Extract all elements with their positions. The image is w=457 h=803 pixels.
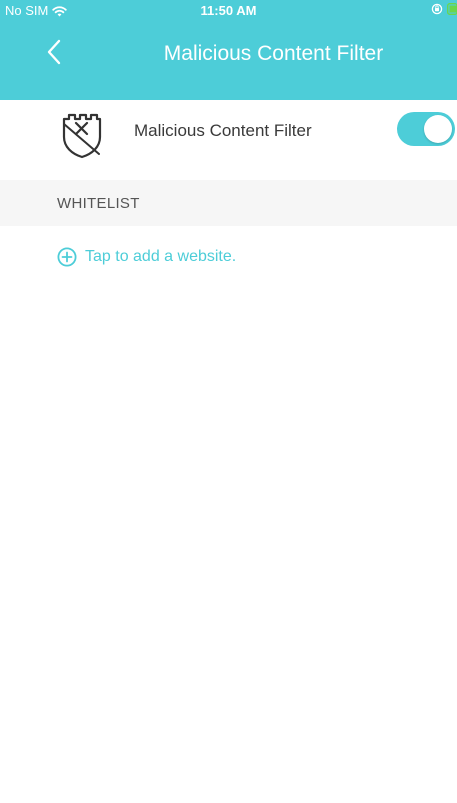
nav-bar: Malicious Content Filter — [0, 22, 457, 78]
shield-x-icon — [56, 110, 108, 162]
add-website-button[interactable]: Tap to add a website. — [57, 247, 236, 267]
status-icons — [431, 3, 457, 15]
header: No SIM 11:50 AM Malicious Content Filter — [0, 0, 457, 100]
toggle-knob — [424, 115, 452, 143]
filter-label: Malicious Content Filter — [134, 121, 312, 140]
battery-icon — [447, 3, 457, 15]
plus-circle-icon — [57, 247, 77, 267]
status-bar: No SIM 11:50 AM — [0, 0, 457, 22]
malicious-filter-row: Malicious Content Filter — [0, 100, 457, 180]
status-time: 11:50 AM — [200, 3, 257, 18]
add-website-label: Tap to add a website. — [85, 248, 237, 265]
page-title: Malicious Content Filter — [163, 42, 384, 65]
screen: No SIM 11:50 AM Malicious Content Filter… — [0, 0, 457, 803]
section-title: WHITELIST — [57, 195, 140, 212]
lock-rotation-icon — [431, 3, 443, 15]
filter-toggle[interactable] — [397, 112, 455, 146]
whitelist-section-header: WHITELIST — [0, 180, 457, 226]
